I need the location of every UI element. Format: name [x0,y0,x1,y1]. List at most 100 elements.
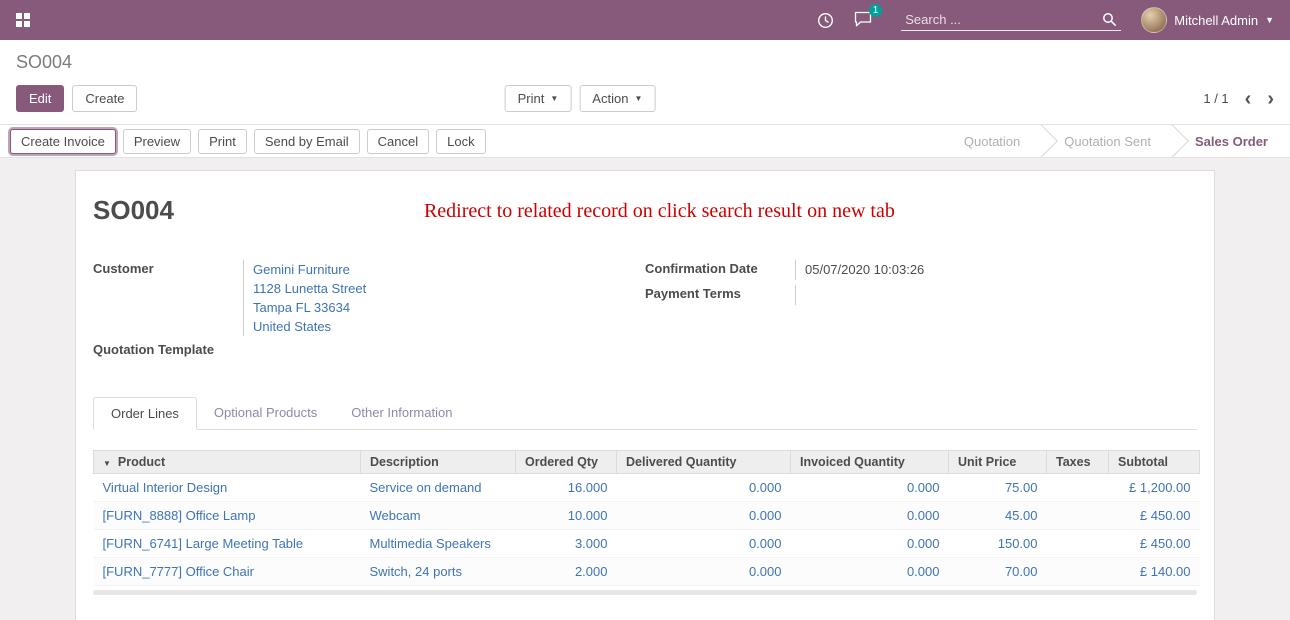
delivered-qty-cell[interactable]: 0.000 [617,530,791,558]
avatar [1141,7,1167,33]
unit-price-cell[interactable]: 75.00 [949,474,1047,502]
print-dropdown-label: Print [518,91,545,106]
table-row[interactable]: [FURN_7777] Office Chair Switch, 24 port… [94,558,1200,586]
customer-name-link[interactable]: Gemini Furniture [253,262,350,277]
ordered-qty-cell[interactable]: 16.000 [516,474,617,502]
subtotal-cell[interactable]: £ 1,200.00 [1109,474,1200,502]
chevron-down-icon: ▼ [550,94,558,103]
notebook-tabs: Order Lines Optional Products Other Info… [93,396,1197,430]
description-cell[interactable]: Switch, 24 ports [361,558,516,586]
ordered-qty-cell[interactable]: 3.000 [516,530,617,558]
delivered-qty-cell[interactable]: 0.000 [617,558,791,586]
confirmation-date-label: Confirmation Date [645,260,795,280]
description-cell[interactable]: Multimedia Speakers [361,530,516,558]
status-steps: Quotation Quotation Sent Sales Order [942,125,1290,157]
table-scrollbar[interactable] [93,590,1197,595]
taxes-cell[interactable] [1047,502,1109,530]
tab-other-information[interactable]: Other Information [334,397,469,430]
customer-value: Gemini Furniture 1128 Lunetta Street Tam… [243,260,645,336]
subtotal-cell[interactable]: £ 450.00 [1109,530,1200,558]
column-header-taxes[interactable]: Taxes [1047,451,1109,474]
edit-button[interactable]: Edit [16,85,64,112]
preview-button[interactable]: Preview [123,129,191,154]
unit-price-cell[interactable]: 150.00 [949,530,1047,558]
lock-button[interactable]: Lock [436,129,485,154]
messages-icon[interactable]: 1 [854,11,873,30]
pager-previous-icon[interactable]: ‹ [1245,92,1252,106]
user-name: Mitchell Admin [1174,13,1258,28]
ordered-qty-cell[interactable]: 2.000 [516,558,617,586]
global-search[interactable] [901,9,1121,31]
search-icon[interactable] [1102,12,1117,27]
pager-next-icon[interactable]: › [1267,92,1274,106]
optional-columns-caret-icon[interactable]: ▼ [103,459,111,468]
description-cell[interactable]: Service on demand [361,474,516,502]
column-header-product[interactable]: ▼ Product [94,451,361,474]
cancel-button[interactable]: Cancel [367,129,429,154]
breadcrumb[interactable]: SO004 [16,52,1274,73]
delivered-qty-cell[interactable]: 0.000 [617,502,791,530]
table-row[interactable]: [FURN_8888] Office Lamp Webcam 10.000 0.… [94,502,1200,530]
send-by-email-button[interactable]: Send by Email [254,129,360,154]
tab-optional-products[interactable]: Optional Products [197,397,334,430]
column-header-delivered-quantity[interactable]: Delivered Quantity [617,451,791,474]
payment-terms-label: Payment Terms [645,285,795,305]
activities-clock-icon[interactable] [817,12,834,29]
table-header-row: ▼ Product Description Ordered Qty Deliver… [94,451,1200,474]
statusbar: Create Invoice Preview Print Send by Ema… [0,124,1290,158]
delivered-qty-cell[interactable]: 0.000 [617,474,791,502]
print-dropdown[interactable]: Print ▼ [505,85,572,112]
chevron-down-icon: ▼ [634,94,642,103]
confirmation-date-value: 05/07/2020 10:03:26 [795,260,1197,280]
action-dropdown-label: Action [592,91,628,106]
column-header-ordered-qty[interactable]: Ordered Qty [516,451,617,474]
control-panel: SO004 Edit Create Print ▼ Action ▼ 1 / 1… [0,40,1290,124]
column-header-product-label: Product [118,455,165,469]
taxes-cell[interactable] [1047,474,1109,502]
sheet: SO004 Redirect to related record on clic… [75,170,1215,620]
subtotal-cell[interactable]: £ 450.00 [1109,502,1200,530]
table-row[interactable]: [FURN_6741] Large Meeting Table Multimed… [94,530,1200,558]
record-title: SO004 [93,195,174,226]
messages-badge: 1 [869,4,883,17]
user-menu[interactable]: Mitchell Admin ▼ [1141,7,1274,33]
product-cell[interactable]: [FURN_6741] Large Meeting Table [94,530,361,558]
create-button[interactable]: Create [72,85,137,112]
subtotal-cell[interactable]: £ 140.00 [1109,558,1200,586]
status-step-quotation-sent[interactable]: Quotation Sent [1042,125,1173,157]
ordered-qty-cell[interactable]: 10.000 [516,502,617,530]
action-dropdown[interactable]: Action ▼ [579,85,655,112]
customer-city[interactable]: Tampa FL 33634 [253,300,350,315]
product-cell[interactable]: [FURN_7777] Office Chair [94,558,361,586]
create-invoice-button[interactable]: Create Invoice [10,129,116,154]
product-cell[interactable]: [FURN_8888] Office Lamp [94,502,361,530]
print-button[interactable]: Print [198,129,247,154]
product-cell[interactable]: Virtual Interior Design [94,474,361,502]
customer-street[interactable]: 1128 Lunetta Street [253,281,366,296]
top-navbar: 1 Mitchell Admin ▼ [0,0,1290,40]
status-step-quotation[interactable]: Quotation [942,125,1042,157]
invoiced-qty-cell[interactable]: 0.000 [791,530,949,558]
description-cell[interactable]: Webcam [361,502,516,530]
unit-price-cell[interactable]: 45.00 [949,502,1047,530]
invoiced-qty-cell[interactable]: 0.000 [791,558,949,586]
search-input[interactable] [905,12,1102,27]
status-step-sales-order[interactable]: Sales Order [1173,125,1290,157]
apps-menu-icon[interactable] [16,13,30,27]
column-header-unit-price[interactable]: Unit Price [949,451,1047,474]
customer-country[interactable]: United States [253,319,331,334]
column-header-subtotal[interactable]: Subtotal [1109,451,1200,474]
taxes-cell[interactable] [1047,558,1109,586]
column-header-description[interactable]: Description [361,451,516,474]
chevron-down-icon: ▼ [1265,15,1274,25]
column-header-invoiced-quantity[interactable]: Invoiced Quantity [791,451,949,474]
table-row[interactable]: Virtual Interior Design Service on deman… [94,474,1200,502]
quotation-template-value [243,341,645,361]
tab-order-lines[interactable]: Order Lines [93,397,197,430]
unit-price-cell[interactable]: 70.00 [949,558,1047,586]
taxes-cell[interactable] [1047,530,1109,558]
invoiced-qty-cell[interactable]: 0.000 [791,502,949,530]
invoiced-qty-cell[interactable]: 0.000 [791,474,949,502]
customer-label: Customer [93,260,243,336]
pager-counter: 1 / 1 [1203,91,1228,106]
